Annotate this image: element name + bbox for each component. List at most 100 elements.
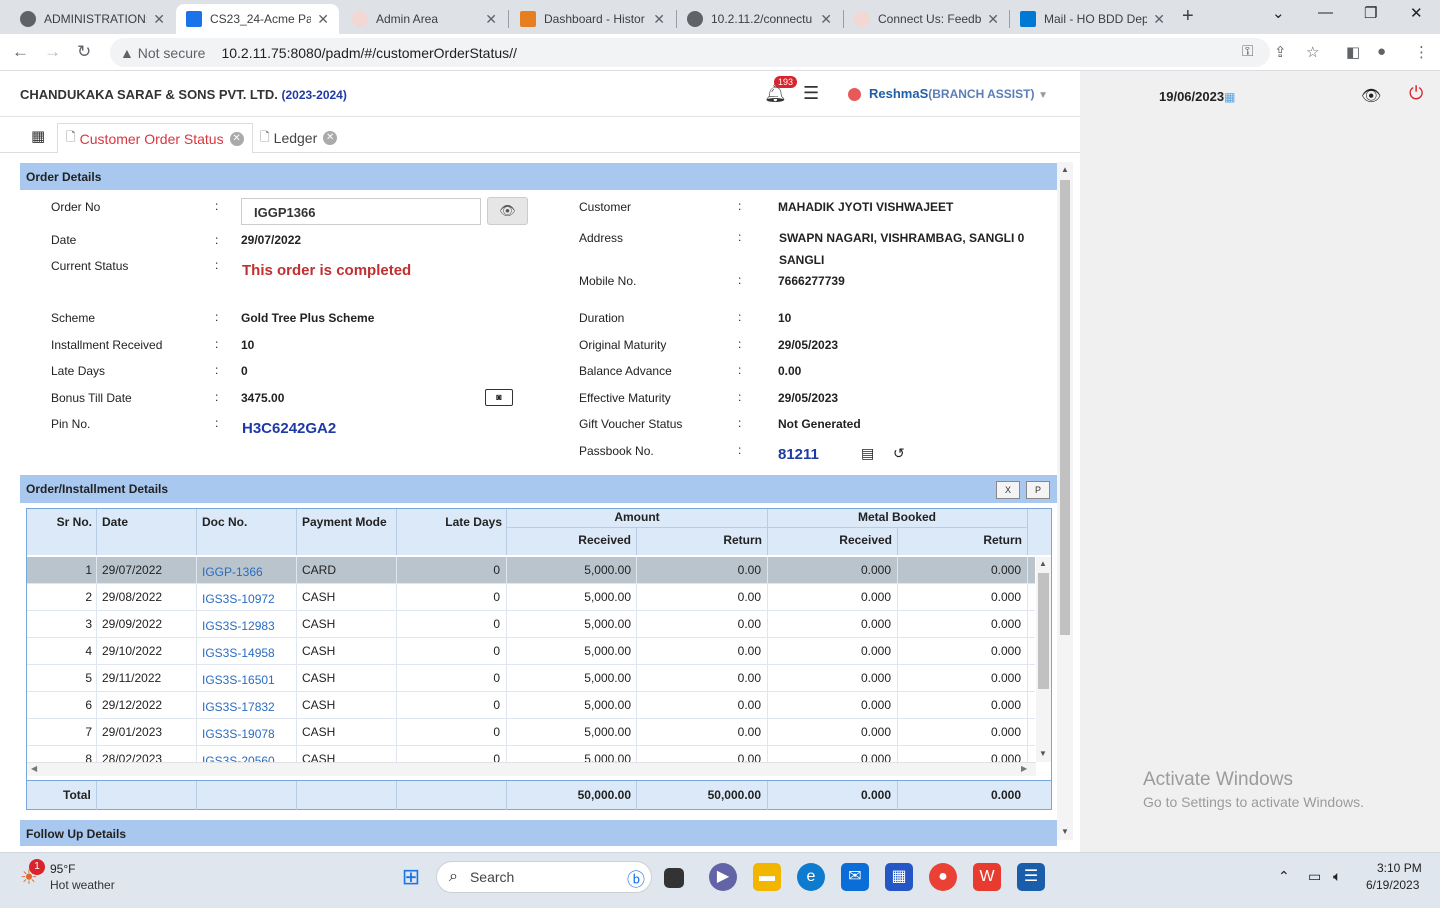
wps-icon[interactable]: W: [973, 863, 1001, 891]
profile-icon[interactable]: ●: [1377, 43, 1386, 60]
close-icon[interactable]: ✕: [229, 131, 244, 146]
temperature[interactable]: 95°F: [50, 862, 75, 876]
history-icon[interactable]: ↺: [893, 445, 905, 462]
eye-slash-icon[interactable]: 👁︎: [1361, 86, 1381, 106]
minimize-button[interactable]: —: [1318, 4, 1333, 21]
tab-ledger[interactable]: 🗋 Ledger ✕: [252, 123, 345, 153]
passbook-card-icon[interactable]: ▤: [861, 445, 874, 462]
mobile-value: 7666277739: [778, 274, 845, 288]
back-button[interactable]: ←: [12, 42, 29, 62]
cell-metal-received: 0.000: [860, 590, 891, 604]
network-icon[interactable]: ▭: [1308, 868, 1321, 885]
site-icon: [352, 11, 368, 27]
table-row[interactable]: 1 29/07/2022 IGGP-1366 CARD 0 5,000.00 0.00 0.0…: [27, 557, 1035, 584]
cell-doc-no[interactable]: IGS3S-17832: [202, 700, 292, 714]
power-icon[interactable]: ⏻: [1409, 83, 1423, 104]
cash-icon[interactable]: ◙: [485, 389, 513, 406]
table-row[interactable]: 2 29/08/2022 IGS3S-10972 CASH 0 5,000.00 0.00 0…: [27, 584, 1035, 611]
restore-button[interactable]: ❐: [1364, 4, 1377, 22]
table-row[interactable]: 3 29/09/2022 IGS3S-12983 CASH 0 5,000.00 0.00 0…: [27, 611, 1035, 638]
user-menu[interactable]: ReshmaS(BRANCH ASSIST) ▼: [869, 86, 1048, 101]
file-explorer-icon[interactable]: ▬: [753, 863, 781, 891]
close-icon[interactable]: ✕: [485, 11, 497, 28]
page-vertical-scrollbar[interactable]: ▲ ▼: [1057, 162, 1073, 840]
cell-doc-no[interactable]: IGS3S-14958: [202, 646, 292, 660]
close-icon[interactable]: ✕: [820, 11, 832, 28]
cell-date: 28/02/2023: [102, 752, 163, 762]
store-icon[interactable]: ▦: [885, 863, 913, 891]
table-horizontal-scrollbar[interactable]: ◀ ▶: [27, 762, 1036, 776]
clock-date[interactable]: 6/19/2023: [1366, 878, 1419, 892]
close-icon[interactable]: ✕: [653, 11, 665, 28]
cell-doc-no[interactable]: IGS3S-20560: [202, 754, 292, 762]
excel-export-icon[interactable]: X: [996, 481, 1020, 499]
address-bar[interactable]: ▲ Not secure 10.2.11.75:8080/padm/#/cust…: [110, 38, 1270, 67]
key-icon[interactable]: ⚿: [1242, 43, 1253, 60]
warning-icon[interactable]: ▲ Not secure: [120, 45, 205, 61]
taskbar-search[interactable]: ⌕ Search ⓑ: [436, 861, 652, 893]
tab-customer-order-status[interactable]: 🗋 Customer Order Status ✕: [57, 123, 253, 153]
share-icon[interactable]: ⇪: [1274, 43, 1287, 61]
table-row[interactable]: 5 29/11/2022 IGS3S-16501 CASH 0 5,000.00 0.00 0…: [27, 665, 1035, 692]
table-row[interactable]: 7 29/01/2023 IGS3S-19078 CASH 0 5,000.00 0.00 0…: [27, 719, 1035, 746]
notepad-icon[interactable]: ☰: [1017, 863, 1045, 891]
close-icon[interactable]: ✕: [323, 131, 338, 145]
table-vertical-scrollbar[interactable]: ▲ ▼: [1036, 557, 1051, 762]
cell-doc-no[interactable]: IGS3S-12983: [202, 619, 292, 633]
view-order-button[interactable]: 👁︎: [487, 197, 528, 225]
table-row[interactable]: 8 28/02/2023 IGS3S-20560 CASH 0 5,000.00 0.00 0…: [27, 746, 1035, 762]
teams-icon[interactable]: ▶: [709, 863, 737, 891]
document-icon: 🗋: [66, 130, 76, 144]
browser-tab-connectu[interactable]: 10.2.11.2/connectu ✕: [677, 4, 842, 34]
close-icon[interactable]: ✕: [1153, 11, 1165, 28]
table-row[interactable]: 4 29/10/2022 IGS3S-14958 CASH 0 5,000.00 0.00 0…: [27, 638, 1035, 665]
duration-value: 10: [778, 311, 792, 325]
current-date[interactable]: 19/06/2023▦: [1159, 89, 1235, 104]
cell-date: 29/10/2022: [102, 644, 163, 658]
cell-doc-no[interactable]: IGS3S-10972: [202, 592, 292, 606]
chrome-icon[interactable]: ●: [929, 863, 957, 891]
show-hidden-icons-icon[interactable]: ⌃: [1278, 868, 1290, 885]
windows-watermark-title: Activate Windows: [1143, 769, 1293, 790]
cell-late-days: 0: [493, 617, 500, 631]
dashboard-icon: [520, 11, 536, 27]
browser-tab-cs23[interactable]: CS23_24-Acme Pad ✕: [176, 4, 339, 34]
browser-tab-dashboard[interactable]: Dashboard - Histor ✕: [510, 4, 675, 34]
close-icon[interactable]: ✕: [317, 11, 329, 28]
close-icon[interactable]: ✕: [153, 11, 165, 28]
windows-start-icon[interactable]: ⊞: [397, 863, 425, 891]
pdf-export-icon[interactable]: P: [1026, 481, 1050, 499]
bookmark-star-icon[interactable]: ☆: [1306, 43, 1319, 61]
close-window-button[interactable]: ✕: [1410, 4, 1423, 22]
close-icon[interactable]: ✕: [987, 11, 999, 28]
browser-tab-connect-us[interactable]: Connect Us: Feedb ✕: [844, 4, 1009, 34]
table-row[interactable]: 6 29/12/2022 IGS3S-17832 CASH 0 5,000.00 0.00 0…: [27, 692, 1035, 719]
mail-icon[interactable]: ✉: [841, 863, 869, 891]
list-icon[interactable]: ☰: [803, 83, 819, 104]
cell-doc-no[interactable]: IGS3S-16501: [202, 673, 292, 687]
main-content: Order Details Order No : IGGP1366 👁︎ Dat…: [20, 162, 1057, 852]
tab-search-icon[interactable]: ⌄: [1272, 4, 1285, 22]
task-view-icon[interactable]: [664, 868, 684, 888]
browser-tab-admin-area[interactable]: Admin Area ✕: [342, 4, 507, 34]
weather-text[interactable]: Hot weather: [50, 878, 115, 892]
label-passbook: Passbook No.: [579, 444, 654, 458]
side-panel-icon[interactable]: ◧: [1346, 43, 1360, 61]
cell-amount-return: 0.00: [737, 563, 761, 577]
cell-doc-no[interactable]: IGGP-1366: [202, 565, 292, 579]
reload-button[interactable]: ↻: [77, 42, 91, 62]
edge-icon[interactable]: e: [797, 863, 825, 891]
globe-icon: [687, 11, 703, 27]
menu-icon[interactable]: ⋮: [1414, 43, 1429, 61]
cell-doc-no[interactable]: IGS3S-19078: [202, 727, 292, 741]
browser-tab-mail[interactable]: Mail - HO BDD Dep ✕: [1010, 4, 1175, 34]
clock-time[interactable]: 3:10 PM: [1377, 861, 1422, 875]
scroll-up-icon: ▲: [1039, 559, 1047, 568]
volume-icon[interactable]: 🔈︎: [1333, 868, 1341, 885]
browser-tab-administration[interactable]: ADMINISTRATION: ✕: [10, 4, 175, 34]
grid-menu-icon[interactable]: ▦: [31, 127, 45, 145]
order-no-input[interactable]: IGGP1366: [241, 198, 481, 225]
forward-button[interactable]: →: [44, 42, 61, 62]
new-tab-button[interactable]: +: [1182, 5, 1194, 28]
follow-up-details-header[interactable]: Follow Up Details: [20, 820, 1057, 846]
